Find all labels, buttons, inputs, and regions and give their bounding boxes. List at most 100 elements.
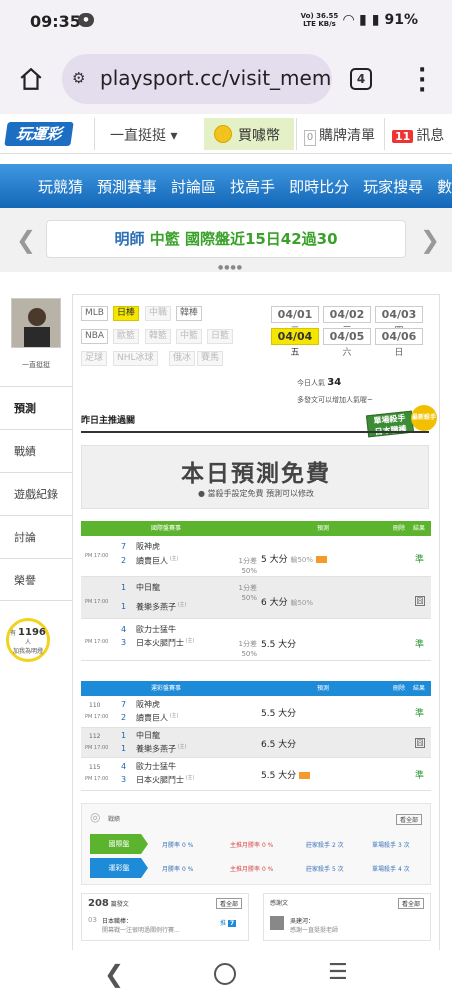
record-summary: ◎ 戰績 看全部 國際盤 月勝率 0 % 主推月勝率 0 % 莊家殺手 2 次 … [81, 803, 431, 885]
handicap-pct: 50% [241, 650, 257, 658]
coin-icon [214, 125, 232, 143]
nav-item-data[interactable]: 數據 [437, 176, 452, 197]
date-tab[interactable]: 04/02 三 [323, 306, 371, 336]
result: 準 [415, 555, 425, 565]
game-id: 110 [89, 702, 101, 709]
game-id: 112 [89, 733, 101, 740]
game-time: PM 17:00 [85, 745, 109, 751]
record-icon: ◎ [90, 810, 101, 824]
thanks-preview[interactable]: 感謝一直挺挺老師 [290, 925, 338, 934]
follow-lamp-button[interactable]: 有 1196 人加我為明燈 [6, 618, 50, 662]
thanks-title: 感謝文 [270, 900, 289, 907]
league-tag-nba[interactable]: NBA [81, 329, 109, 344]
league-tag-mlb[interactable]: MLB [81, 306, 108, 321]
avatar[interactable] [11, 298, 61, 348]
browser-toolbar: ⚙ playsport.cc/visit_mem 4 · · · [0, 44, 452, 114]
free-note: ● 當殺手設定免費 預測可以修改 [197, 489, 315, 498]
column-header: 刪除 [393, 685, 406, 692]
sidebar-item-game-log[interactable]: 遊戲紀錄 [0, 472, 72, 515]
address-bar[interactable]: ⚙ playsport.cc/visit_mem [62, 54, 332, 104]
league-tag-npb[interactable]: 日棒 [113, 306, 140, 321]
score: 4 [121, 762, 127, 771]
sidebar-item-predict[interactable]: 預測 [0, 386, 72, 429]
android-nav-bar: ❮ ☰ [0, 950, 452, 1000]
site-logo[interactable]: 玩運彩 [4, 122, 74, 146]
score: 3 [121, 638, 127, 647]
league-tag-bleague[interactable]: 日籃 [207, 329, 234, 344]
score: 2 [121, 713, 127, 722]
announcement-banner[interactable]: 明師 中籃 國際盤近15日42過30 [46, 220, 406, 258]
league-tag-kbl[interactable]: 韓籃 [145, 329, 172, 344]
date-tab[interactable]: 04/03 四 [375, 306, 423, 336]
date-tab[interactable]: 04/01 二 [271, 306, 319, 336]
post-title[interactable]: 日本職棒： [102, 916, 132, 925]
handicap-pct: 50% [241, 567, 257, 575]
table-row: 110 PM 17:00 7 阪神虎 2 讀賣巨人 (主) 5.5 大分 準 [81, 696, 431, 728]
buy-coin-button[interactable]: 買噱幣 [204, 118, 294, 150]
home-icon[interactable] [18, 66, 44, 92]
user-menu[interactable]: 一直挺挺 ▾ [110, 125, 177, 145]
nav-item-predict[interactable]: 預測賽事 [97, 176, 157, 197]
column-header: 預測 [317, 685, 330, 692]
result: 準 [415, 709, 425, 719]
nav-item-experts[interactable]: 找高手 [230, 176, 275, 197]
record-stat: 主推月勝率 0 % [230, 866, 274, 873]
score: 1 [121, 583, 127, 592]
league-tag-nhl[interactable]: NHL冰球 [113, 351, 158, 366]
popularity: 今日人氣 34 [297, 377, 342, 388]
home-circle-icon[interactable] [214, 963, 236, 985]
league-tag-cpbl[interactable]: 中職 [145, 306, 172, 321]
home-team: 養樂多燕子 (主) [136, 744, 187, 754]
view-all-thanks-button[interactable]: 看全部 [397, 898, 424, 909]
view-all-record-button[interactable]: 看全部 [395, 814, 422, 825]
record-stat: 單場殺手 4 次 [372, 866, 410, 873]
table-row: PM 17:00 1 中日龍 1 養樂多燕子 (主) 1分差 50% 6 大分 … [81, 577, 431, 619]
game-time: PM 17:00 [85, 639, 109, 645]
nav-item-play[interactable]: 玩競猜 [38, 176, 83, 197]
record-stat: 莊家殺手 2 次 [306, 842, 344, 849]
league-tag-horse[interactable]: 賽馬 [197, 351, 224, 366]
away-team: 中日龍 [136, 583, 160, 592]
overflow-menu-icon[interactable]: · · · [418, 60, 426, 102]
column-header: 結果 [413, 525, 426, 532]
league-tag-soccer[interactable]: 足球 [81, 351, 108, 366]
league-tag-cba[interactable]: 中籃 [176, 329, 203, 344]
prev-arrow-icon[interactable]: ❮ [16, 226, 36, 254]
sidebar-item-record[interactable]: 戰績 [0, 429, 72, 472]
column-header: 刪除 [393, 525, 406, 532]
next-arrow-icon[interactable]: ❯ [420, 226, 440, 254]
nav-item-player-search[interactable]: 玩家搜尋 [363, 176, 423, 197]
away-team: 歐力士猛牛 [136, 762, 176, 771]
post-preview[interactable]: 開幕戰一注很明過關例行賽... [102, 925, 180, 934]
league-tag-kbo[interactable]: 韓棒 [176, 306, 203, 321]
recent-apps-icon[interactable]: ☰ [328, 960, 348, 985]
prediction: 5.5 大分 [261, 768, 311, 781]
status-bar: 09:35 ● Vo) 36.55 LTE KB/s ◠ ▮ ▮ 91% [0, 0, 452, 44]
date-tab-selected[interactable]: 04/04 五 [271, 328, 319, 358]
back-icon[interactable]: ❮ [104, 960, 124, 988]
site-settings-icon[interactable]: ⚙ [72, 69, 85, 87]
sidebar-item-discuss[interactable]: 討論 [0, 515, 72, 558]
league-tag-euro-basket[interactable]: 歐籃 [113, 329, 140, 344]
date-tab[interactable]: 04/06 日 [375, 328, 423, 358]
intl-prediction-table: 國際盤賽事 預測 刪除 結果 PM 17:00 7 阪神虎 2 讀賣巨人 (主)… [81, 521, 431, 661]
home-team: 日本火腿鬥士 (主) [136, 775, 195, 785]
league-tag-khl[interactable]: 俄冰 [169, 351, 196, 366]
section-title: 昨日主推過關 [81, 416, 136, 426]
result: 準 [415, 640, 425, 650]
away-team: 阪神虎 [136, 700, 160, 709]
main-nav: 玩競猜 預測賽事 討論區 找高手 即時比分 玩家搜尋 數據 [0, 164, 452, 208]
date-tab[interactable]: 04/05 六 [323, 328, 371, 358]
nav-item-live-score[interactable]: 即時比分 [289, 176, 349, 197]
messages-link[interactable]: 11 訊息 [392, 125, 444, 145]
tab-switcher-button[interactable]: 4 [350, 68, 372, 90]
score: 4 [121, 625, 127, 634]
posts-count: 208 篇發文 [88, 898, 129, 909]
killer-badge-title: 單場殺手日本職棒 [365, 410, 415, 438]
view-all-posts-button[interactable]: 看全部 [215, 898, 242, 909]
cart-link[interactable]: 0 購牌清單 [304, 125, 375, 146]
thanks-author[interactable]: 吳建河： [290, 916, 314, 925]
sidebar-item-honor[interactable]: 榮譽 [0, 558, 72, 601]
nav-item-forum[interactable]: 討論區 [171, 176, 216, 197]
home-team: 日本火腿鬥士 (主) [136, 638, 195, 648]
